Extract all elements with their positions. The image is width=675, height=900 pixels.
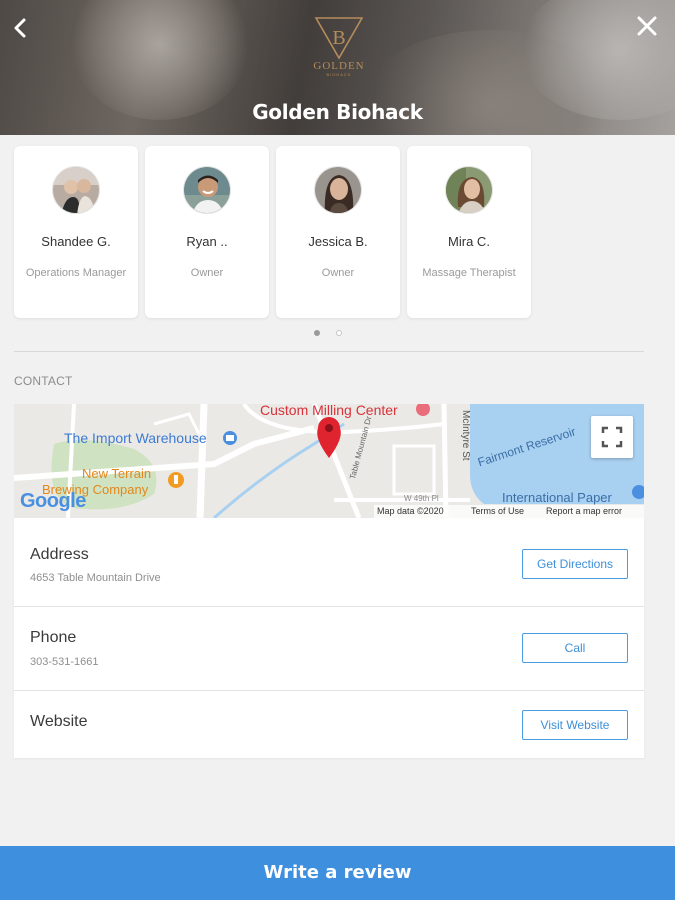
- write-review-button[interactable]: Write a review: [0, 846, 675, 900]
- member-name: Mira C.: [448, 234, 490, 249]
- map-report-link[interactable]: Report a map error: [546, 506, 622, 516]
- avatar: [183, 166, 231, 214]
- map-attribution: Map data ©2020 Terms of Use Report a map…: [374, 505, 644, 518]
- website-row: Website Visit Website: [14, 691, 644, 758]
- phone-value[interactable]: 303-531-1661: [30, 656, 99, 668]
- visit-website-button[interactable]: Visit Website: [522, 710, 628, 740]
- contact-details-card: Address 4653 Table Mountain Drive Get Di…: [14, 518, 644, 758]
- chevron-left-icon: [14, 18, 26, 38]
- map-terms-link[interactable]: Terms of Use: [471, 506, 524, 516]
- header-banner: B GOLDEN BIOHACK Golden Biohack: [0, 0, 675, 135]
- team-member-card[interactable]: Ryan .. Owner: [145, 146, 269, 318]
- back-button[interactable]: [8, 12, 34, 44]
- member-role: Massage Therapist: [422, 267, 516, 279]
- avatar: [445, 166, 493, 214]
- contact-section-label: CONTACT: [14, 374, 73, 388]
- member-role: Owner: [321, 267, 355, 279]
- phone-row: Phone 303-531-1661 Call: [14, 607, 644, 690]
- close-button[interactable]: [633, 12, 661, 40]
- address-title: Address: [30, 546, 89, 563]
- avatar: [314, 166, 362, 214]
- google-logo: Google: [20, 490, 86, 512]
- svg-text:B: B: [332, 27, 345, 49]
- business-logo: B GOLDEN BIOHACK: [310, 14, 368, 78]
- page-dot-active[interactable]: [314, 330, 320, 336]
- carousel-pagination: [314, 328, 354, 338]
- get-directions-button[interactable]: Get Directions: [522, 549, 628, 579]
- avatar: [52, 166, 100, 214]
- call-button[interactable]: Call: [522, 633, 628, 663]
- business-title: Golden Biohack: [252, 100, 423, 124]
- member-role: Owner: [190, 267, 224, 279]
- fullscreen-icon: [601, 426, 623, 448]
- page-dot[interactable]: [336, 330, 342, 336]
- team-member-card[interactable]: Jessica B. Owner: [276, 146, 400, 318]
- team-member-card[interactable]: Shandee G. Operations Manager: [14, 146, 138, 318]
- member-name: Ryan ..: [186, 234, 228, 249]
- map-fullscreen-button[interactable]: [591, 416, 633, 458]
- team-member-card[interactable]: Mira C. Massage Therapist: [407, 146, 531, 318]
- website-title: Website: [30, 713, 88, 730]
- section-divider: [14, 351, 644, 352]
- address-row: Address 4653 Table Mountain Drive Get Di…: [14, 518, 644, 606]
- member-role: Operations Manager: [25, 267, 127, 279]
- location-map[interactable]: Custom Milling Center The Import Warehou…: [14, 404, 644, 518]
- address-value: 4653 Table Mountain Drive: [30, 572, 161, 584]
- member-name: Shandee G.: [41, 234, 111, 249]
- member-name: Jessica B.: [308, 234, 368, 249]
- close-icon: [637, 16, 657, 36]
- phone-title: Phone: [30, 629, 77, 646]
